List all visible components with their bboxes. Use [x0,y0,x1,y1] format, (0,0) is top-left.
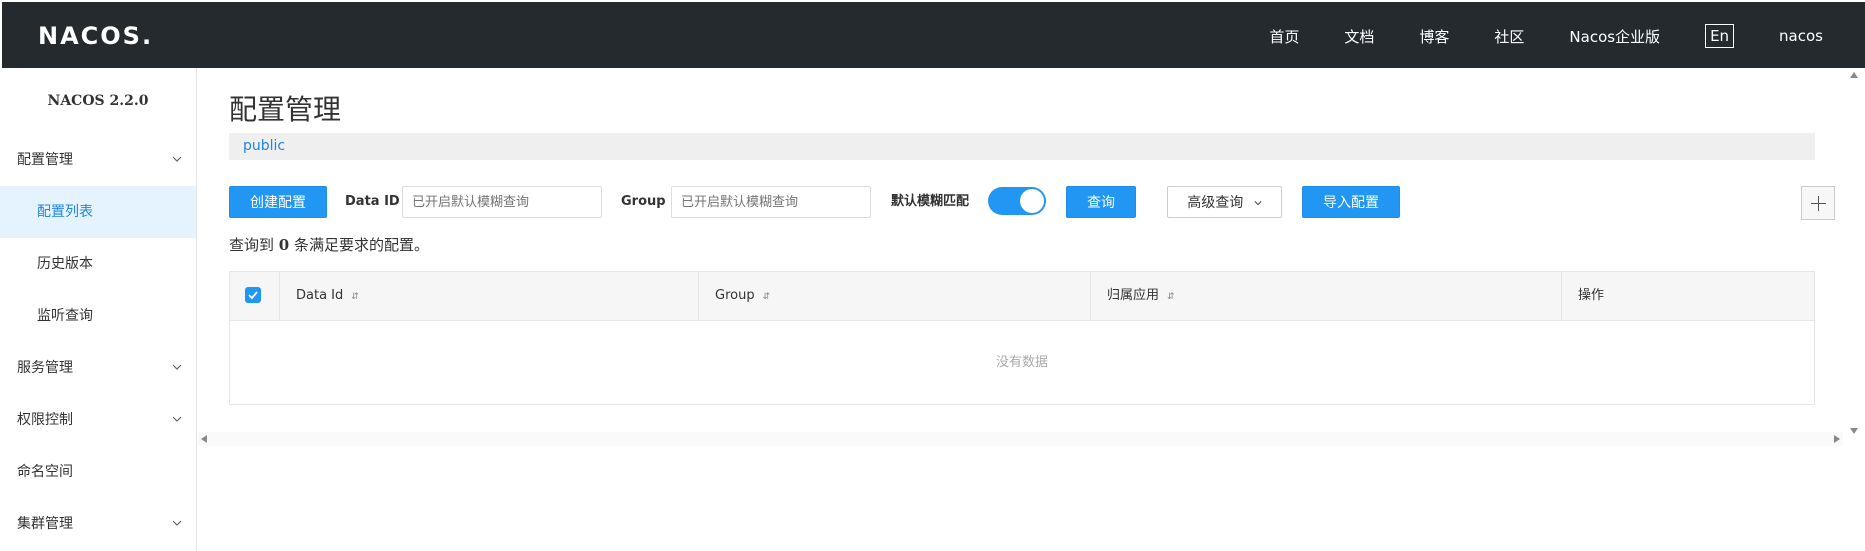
group-label: Group [621,194,666,209]
chevron-down-icon [1254,187,1262,219]
logo-text: NACOS [38,22,142,50]
empty-state-text: 没有数据 [995,355,1048,370]
result-suffix: 条满足要求的配置。 [294,236,430,254]
sidebar-item-config-list[interactable]: 配置列表 [0,186,196,238]
scroll-up-arrow-icon[interactable] [1850,72,1858,78]
main-content: 配置管理 public 创建配置 Data ID Group 默认模糊匹配 查询… [198,68,1843,538]
sidebar-item-label: 集群管理 [17,516,73,532]
sidebar-item-label: 服务管理 [17,360,73,376]
sidebar-item-service-management[interactable]: 服务管理 [0,342,196,394]
import-config-button[interactable]: 导入配置 [1302,186,1400,218]
sidebar-item-label: 权限控制 [17,412,73,428]
select-all-cell [230,272,280,320]
column-label: Group [715,288,755,303]
add-icon[interactable] [1801,186,1835,220]
result-prefix: 查询到 [229,236,275,254]
sidebar-item-namespace[interactable]: 命名空间 [0,446,196,498]
column-header-group[interactable]: Group ⇵ [699,272,1091,320]
chevron-down-icon [172,518,182,528]
horizontal-scrollbar[interactable] [198,432,1843,446]
sidebar-item-label: 历史版本 [37,256,93,272]
advanced-query-button[interactable]: 高级查询 [1167,186,1282,218]
logo-dot: . [141,22,152,50]
data-id-label: Data ID [345,194,400,209]
sidebar-item-cluster-management[interactable]: 集群管理 [0,498,196,550]
fuzzy-match-toggle[interactable] [988,187,1046,215]
language-toggle-button[interactable]: En [1705,24,1735,48]
advanced-query-label: 高级查询 [1187,195,1244,211]
nav-home[interactable]: 首页 [1269,26,1299,47]
group-input[interactable] [671,186,871,218]
chevron-down-icon [172,362,182,372]
column-header-app[interactable]: 归属应用 ⇵ [1091,272,1562,320]
sidebar-item-label: 配置列表 [37,204,93,220]
namespace-bar: public [229,133,1815,160]
user-menu[interactable]: nacos [1779,27,1823,45]
column-label: Data Id [296,288,344,303]
fuzzy-match-label: 默认模糊匹配 [891,194,970,209]
sidebar-item-label: 监听查询 [37,308,93,324]
sidebar: NACOS 2.2.0 配置管理 配置列表 历史版本 监听查询 服务管理 权限控… [0,68,197,551]
nav-enterprise[interactable]: Nacos企业版 [1569,26,1660,47]
sidebar-item-listener-query[interactable]: 监听查询 [0,290,196,342]
version-label: NACOS 2.2.0 [47,93,149,109]
result-count: 0 [278,236,290,254]
sort-icon[interactable]: ⇵ [763,273,771,321]
data-id-input[interactable] [402,186,602,218]
search-toolbar: 创建配置 Data ID Group 默认模糊匹配 查询 高级查询 导入配置 [229,186,1835,220]
scroll-right-arrow-icon[interactable] [1834,435,1840,443]
scroll-down-arrow-icon[interactable] [1850,428,1858,434]
nacos-logo[interactable]: NACOS. [38,22,151,50]
query-button[interactable]: 查询 [1066,186,1136,218]
chevron-up-icon [172,154,182,164]
sidebar-item-history[interactable]: 历史版本 [0,238,196,290]
scroll-left-arrow-icon[interactable] [201,435,207,443]
nav-community[interactable]: 社区 [1494,26,1524,47]
chevron-down-icon [172,414,182,424]
top-nav: 首页 文档 博客 社区 Nacos企业版 En nacos [1224,2,1823,70]
column-label: 操作 [1578,288,1605,303]
top-header: NACOS. 首页 文档 博客 社区 Nacos企业版 En nacos [0,0,1865,68]
column-header-actions: 操作 [1562,272,1814,320]
column-header-data-id[interactable]: Data Id ⇵ [280,272,699,320]
nav-blog[interactable]: 博客 [1419,26,1449,47]
namespace-public-link[interactable]: public [243,138,285,154]
sidebar-item-label: 命名空间 [17,464,73,480]
nav-docs[interactable]: 文档 [1344,26,1374,47]
result-summary: 查询到 0 条满足要求的配置。 [229,234,429,255]
sidebar-item-label: 配置管理 [17,152,73,168]
vertical-scrollbar[interactable] [1843,68,1865,438]
sidebar-item-access-control[interactable]: 权限控制 [0,394,196,446]
table-header: Data Id ⇵ Group ⇵ 归属应用 ⇵ 操作 [230,272,1814,321]
select-all-checkbox[interactable] [245,287,261,303]
column-label: 归属应用 [1107,288,1160,303]
page-title: 配置管理 [229,93,342,126]
sidebar-item-config-management[interactable]: 配置管理 [0,134,196,186]
create-config-button[interactable]: 创建配置 [229,186,327,218]
sort-icon[interactable]: ⇵ [1167,273,1175,321]
config-table: Data Id ⇵ Group ⇵ 归属应用 ⇵ 操作 没有数据 [229,271,1815,405]
toggle-knob [1020,189,1044,213]
sort-icon[interactable]: ⇵ [351,273,359,321]
